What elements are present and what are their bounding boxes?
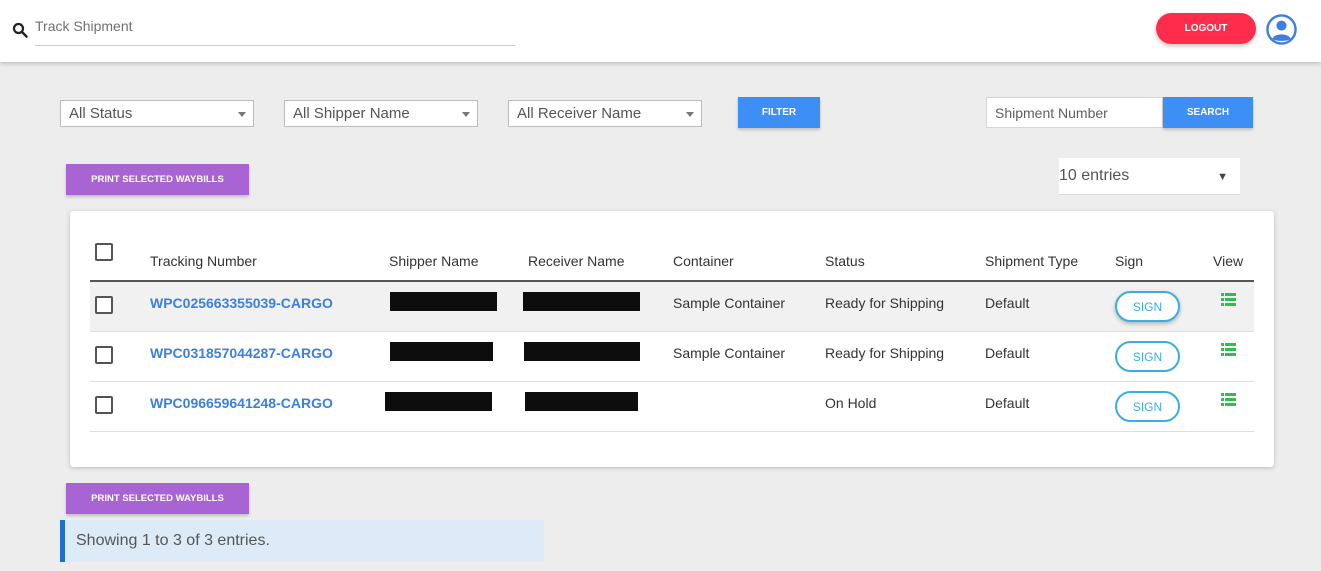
redacted-receiver-name — [525, 392, 638, 411]
list-view-icon[interactable] — [1221, 343, 1236, 356]
sign-button[interactable]: SIGN — [1115, 291, 1180, 322]
top-bar: LOGOUT — [0, 0, 1321, 62]
print-selected-waybills-button-bottom[interactable]: PRINT SELECTED WAYBILLS — [66, 483, 249, 514]
entries-info: Showing 1 to 3 of 3 entries. — [60, 520, 544, 562]
row-checkbox[interactable] — [95, 346, 113, 364]
user-circle-icon[interactable] — [1266, 14, 1297, 45]
status-cell: Ready for Shipping — [825, 295, 945, 311]
table-row: WPC031857044287-CARGO Sample Container R… — [90, 332, 1254, 382]
list-view-icon[interactable] — [1221, 393, 1236, 406]
header-receiver-name: Receiver Name — [528, 253, 625, 269]
container-cell: Sample Container — [673, 345, 786, 361]
table-row: WPC096659641248-CARGO On Hold Default SI… — [90, 382, 1254, 432]
entries-info-text: Showing 1 to 3 of 3 entries. — [76, 532, 270, 549]
shipments-table: Tracking Number Shipper Name Receiver Na… — [90, 239, 1254, 432]
search-button[interactable]: SEARCH — [1163, 97, 1253, 128]
chevron-down-icon — [462, 112, 470, 117]
redacted-shipper-name — [390, 292, 497, 311]
sign-button[interactable]: SIGN — [1115, 341, 1180, 372]
sign-button[interactable]: SIGN — [1115, 391, 1180, 422]
table-row: WPC025663355039-CARGO Sample Container R… — [90, 282, 1254, 332]
shipment-type-cell: Default — [985, 345, 1030, 361]
tracking-number-link[interactable]: WPC031857044287-CARGO — [150, 345, 333, 361]
status-cell: Ready for Shipping — [825, 345, 945, 361]
caret-down-icon: ▼ — [1217, 171, 1228, 183]
redacted-shipper-name — [390, 342, 493, 361]
select-all-checkbox[interactable] — [95, 243, 113, 261]
tracking-number-link[interactable]: WPC096659641248-CARGO — [150, 395, 333, 411]
header-shipper-name: Shipper Name — [389, 253, 479, 269]
header-status: Status — [825, 253, 865, 269]
entries-select-value: 10 entries — [1059, 167, 1130, 184]
header-view: View — [1213, 253, 1244, 269]
redacted-receiver-name — [523, 292, 640, 311]
shipper-select[interactable]: All Shipper Name — [284, 100, 478, 127]
container-cell: Sample Container — [673, 295, 786, 311]
shipment-type-cell: Default — [985, 395, 1030, 411]
print-selected-waybills-button[interactable]: PRINT SELECTED WAYBILLS — [66, 164, 249, 195]
shipment-type-cell: Default — [985, 295, 1030, 311]
search-icon — [12, 22, 28, 38]
tracking-number-link[interactable]: WPC025663355039-CARGO — [150, 295, 333, 311]
filter-button[interactable]: FILTER — [738, 97, 820, 128]
status-select-value: All Status — [69, 105, 133, 122]
shipper-select-value: All Shipper Name — [293, 105, 410, 122]
redacted-shipper-name — [385, 392, 492, 411]
status-select[interactable]: All Status — [60, 100, 254, 127]
list-view-icon[interactable] — [1221, 293, 1236, 306]
row-checkbox[interactable] — [95, 396, 113, 414]
header-sign: Sign — [1115, 253, 1144, 269]
shipments-table-card: Tracking Number Shipper Name Receiver Na… — [70, 211, 1274, 467]
receiver-select-value: All Receiver Name — [517, 105, 642, 122]
chevron-down-icon — [686, 112, 694, 117]
shipment-number-input[interactable] — [986, 97, 1163, 128]
logout-button[interactable]: LOGOUT — [1156, 13, 1256, 44]
status-cell: On Hold — [825, 395, 877, 411]
receiver-select[interactable]: All Receiver Name — [508, 100, 702, 127]
header-tracking-number: Tracking Number — [150, 253, 257, 269]
header-shipment-type: Shipment Type — [985, 253, 1079, 269]
chevron-down-icon — [238, 112, 246, 117]
track-shipment-input[interactable] — [35, 12, 516, 46]
row-checkbox[interactable] — [95, 296, 113, 314]
header-container: Container — [673, 253, 734, 269]
table-header: Tracking Number Shipper Name Receiver Na… — [90, 239, 1254, 282]
redacted-receiver-name — [524, 342, 640, 361]
entries-select[interactable]: 10 entries ▼ — [1059, 158, 1240, 195]
